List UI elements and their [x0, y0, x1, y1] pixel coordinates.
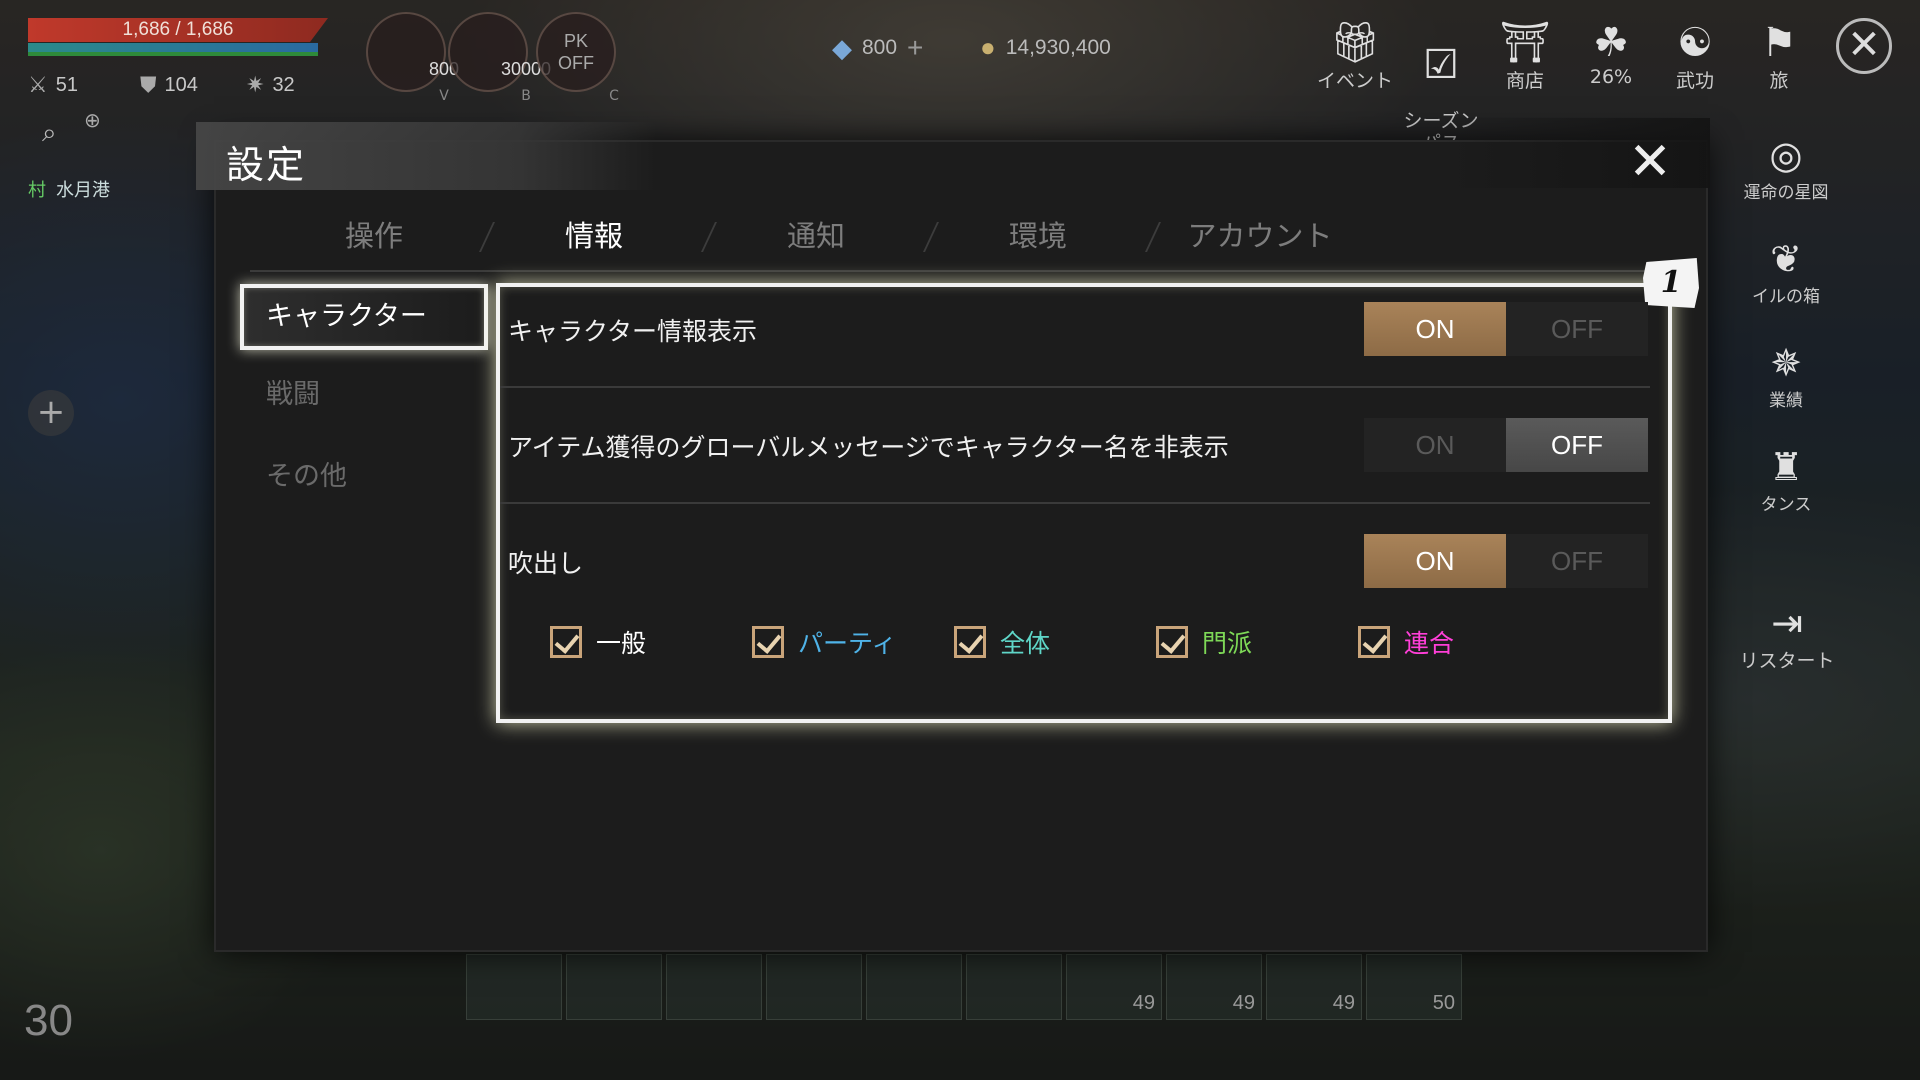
add-gems-icon[interactable]: + — [907, 32, 923, 64]
sidenav-other[interactable]: その他 — [240, 444, 488, 510]
achievements-menu[interactable]: ✵ 業績 — [1732, 340, 1840, 411]
shop-menu[interactable]: ⛩ 商店 — [1480, 20, 1570, 93]
sidenav-character[interactable]: キャラクター — [240, 284, 488, 350]
defense-stat: ⛊ 104 — [140, 72, 198, 97]
tab-divider — [923, 222, 939, 252]
toggle-off-option[interactable]: OFF — [1506, 302, 1648, 356]
mp-bar — [28, 43, 318, 52]
row-divider — [500, 502, 1650, 504]
tab-divider — [701, 222, 717, 252]
badge-icon: ✵ — [1770, 341, 1802, 385]
coin-icon: ● — [980, 32, 996, 62]
hotbar-slot[interactable]: 49 — [1266, 954, 1362, 1020]
tab-divider — [1145, 222, 1161, 252]
shield-icon: ⛊ — [140, 72, 157, 97]
hotbar-slot[interactable]: 49 — [1066, 954, 1162, 1020]
settings-tabs: 操作 情報 通知 環境 アカウント — [264, 208, 1704, 264]
skill-quick-button[interactable]: 30000 B — [448, 12, 551, 104]
yin-yang-icon: ☯ — [1677, 20, 1713, 66]
destiny-chart-menu[interactable]: ◎ 運命の星図 — [1732, 132, 1840, 203]
close-icon[interactable]: ✕ — [1622, 136, 1678, 192]
map-pin-icon[interactable]: ⊕ — [84, 108, 101, 132]
hotbar-slot[interactable] — [466, 954, 562, 1020]
gem-currency: ◆ 800 + — [832, 32, 924, 64]
checkbox-check-icon — [1358, 626, 1390, 658]
row-label-character-info: キャラクター情報表示 — [508, 317, 758, 346]
character-info-toggle: ON OFF — [1364, 302, 1648, 356]
toggle-on-option[interactable]: ON — [1364, 534, 1506, 588]
exit-icon: ⇥ — [1771, 601, 1803, 645]
hotbar-slot[interactable] — [566, 954, 662, 1020]
calendar-check-icon: ☑ — [1423, 42, 1459, 88]
checkbox-all[interactable]: 全体 — [954, 624, 1050, 660]
martial-arts-menu[interactable]: ☯ 武功 — [1650, 20, 1740, 93]
tabs-underline — [250, 270, 1650, 272]
hand-icon: ☘ — [1593, 20, 1629, 66]
checkbox-general[interactable]: 一般 — [550, 624, 646, 660]
sidenav-combat[interactable]: 戦闘 — [240, 362, 488, 428]
attack-stat: ⚔ 51 — [28, 72, 78, 97]
hotbar-slot[interactable] — [966, 954, 1062, 1020]
pk-toggle-button[interactable]: PK OFF C — [536, 12, 619, 104]
skill-hotbar: 49 49 49 50 — [466, 954, 1462, 1020]
swords-icon: ⚔ — [28, 72, 48, 97]
gem-icon: ◆ — [832, 32, 852, 63]
checkbox-check-icon — [1156, 626, 1188, 658]
hotbar-slot[interactable]: 49 — [1166, 954, 1262, 1020]
gift-icon: 🎁︎ — [1329, 20, 1381, 66]
hide-name-toggle: ON OFF — [1364, 418, 1648, 472]
gold-currency: ● 14,930,400 — [980, 32, 1111, 62]
checkbox-check-icon — [954, 626, 986, 658]
shop-icon: ⛩ — [1499, 20, 1551, 66]
checkbox-alliance[interactable]: 連合 — [1358, 624, 1454, 660]
checkbox-party[interactable]: パーティ — [752, 624, 897, 660]
power-stat: ✷ 32 — [246, 72, 295, 97]
hp-text: 1,686 / 1,686 — [122, 19, 234, 40]
toggle-on-option[interactable]: ON — [1364, 418, 1506, 472]
journey-menu[interactable]: ⚑ 旅 — [1734, 20, 1824, 93]
row-divider — [500, 386, 1650, 388]
tutorial-step-marker: 1 — [1643, 258, 1699, 308]
potion-button[interactable]: 800 V — [366, 12, 459, 104]
tab-divider — [479, 222, 495, 252]
search-icon[interactable]: ⌕ — [42, 118, 57, 149]
event-menu[interactable]: 🎁︎ イベント — [1310, 20, 1400, 93]
add-button[interactable]: + — [28, 390, 74, 436]
toggle-on-option[interactable]: ON — [1364, 302, 1506, 356]
location-label: 村水月港 — [28, 180, 110, 201]
tab-notifications[interactable]: 通知 — [716, 208, 916, 264]
player-level: 30 — [24, 996, 73, 1045]
hotbar-slot[interactable] — [666, 954, 762, 1020]
checkbox-check-icon — [550, 626, 582, 658]
clothing-icon: ♜ — [1768, 445, 1804, 489]
tab-environment[interactable]: 環境 — [938, 208, 1138, 264]
star-icon: ✷ — [246, 72, 265, 97]
checkbox-check-icon — [752, 626, 784, 658]
restart-menu[interactable]: ⇥ リスタート — [1722, 600, 1852, 673]
toggle-off-option[interactable]: OFF — [1506, 418, 1648, 472]
feather-icon: ❦ — [1770, 237, 1802, 281]
hotbar-slot[interactable]: 50 — [1366, 954, 1462, 1020]
flag-icon: ⚑ — [1761, 20, 1797, 66]
exp-bar — [28, 52, 318, 56]
tab-account[interactable]: アカウント — [1160, 208, 1360, 264]
dialog-title: 設定 — [226, 143, 307, 187]
swirl-icon: ◎ — [1769, 133, 1803, 177]
hotbar-slot[interactable] — [866, 954, 962, 1020]
tab-controls[interactable]: 操作 — [274, 208, 474, 264]
wardrobe-menu[interactable]: ♜ タンス — [1732, 444, 1840, 515]
il-box-menu[interactable]: ❦ イルの箱 — [1732, 236, 1840, 307]
row-label-speech-bubble: 吹出し — [508, 549, 584, 578]
checkbox-faction[interactable]: 門派 — [1156, 624, 1252, 660]
tab-info[interactable]: 情報 — [494, 208, 694, 264]
speech-bubble-toggle: ON OFF — [1364, 534, 1648, 588]
toggle-off-option[interactable]: OFF — [1506, 534, 1648, 588]
top-close-icon[interactable]: ✕ — [1836, 18, 1892, 74]
row-label-hide-name: アイテム獲得のグローバルメッセージでキャラクター名を非表示 — [508, 433, 1229, 462]
progress-menu[interactable]: ☘ 26% — [1566, 20, 1656, 88]
hotbar-slot[interactable] — [766, 954, 862, 1020]
